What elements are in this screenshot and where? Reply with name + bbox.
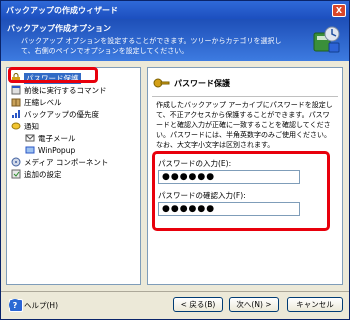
header-title: バックアップ作成オプション [7,24,111,33]
tree-item-label: メディア コンポーネント [24,157,109,167]
tree-item-label: 通知 [24,121,39,131]
panel-title: パスワード保護 [174,78,230,88]
tree-item-media-components[interactable]: メディア コンポーネント [11,156,108,168]
highlight-box-tree [8,67,98,83]
highlight-box-password [152,151,330,231]
tree-item-label: バックアップの優先度 [24,109,99,119]
footer-divider [1,291,349,292]
window-title: バックアップの作成ウィザード [6,5,118,15]
cancel-button[interactable]: キャンセル [287,297,343,312]
tree-item-label: 圧縮レベル [24,97,62,107]
tree-item-notification[interactable]: 通知 [11,120,39,132]
tree-item-backup-priority[interactable]: バックアップの優先度 [11,108,99,120]
backup-options-icon [313,26,340,53]
panel-description: 作成したバックアップ アーカイブにパスワードを設定して、不正アクセスから保護する… [156,101,333,149]
tree-item-email[interactable]: 電子メール [25,132,76,144]
key-icon [153,78,170,88]
back-button[interactable]: < 戻る(B) [173,297,223,312]
panel-header: パスワード保護 [152,72,230,94]
notification-icon [11,122,21,130]
panel-divider [152,96,338,97]
email-icon [25,134,35,142]
tree-item-label: 前後に実行するコマンド [24,85,107,95]
tree-item-label: WinPopup [38,145,76,155]
tree-item-label: 電子メール [38,133,76,143]
help-label: ヘルプ(H) [24,300,58,310]
tree-item-pre-post-commands[interactable]: 前後に実行するコマンド [11,84,107,96]
tree-item-winpopup[interactable]: WinPopup [25,144,75,156]
priority-icon [12,110,20,118]
compression-icon [11,98,21,107]
settings-icon [11,169,21,179]
tree-item-compression-level[interactable]: 圧縮レベル [11,96,62,108]
header-description: バックアップ オプションを設定することができます。ツリーからカテゴリを選択して、… [21,37,282,55]
close-button[interactable]: X [332,3,346,17]
media-icon [11,157,21,167]
next-button[interactable]: 次へ(N) > [229,297,279,312]
wizard-window: バックアップの作成ウィザード ? X バックアップ作成オプション バックアップ … [0,0,350,320]
command-icon [11,85,21,95]
winpopup-icon [25,146,35,154]
help-link[interactable]: ? ヘルプ(H) [9,299,58,311]
tree-item-label: 追加の設定 [24,169,62,179]
title-bar: バックアップの作成ウィザード ? X [1,1,349,312]
tree-item-additional-settings[interactable]: 追加の設定 [11,168,62,180]
help-icon: ? [9,299,21,311]
options-tree[interactable]: パスワード保護 前後に実行するコマンド 圧縮レベル バックアップの優先度 通知 … [6,67,141,285]
wizard-header: バックアップ作成オプション バックアップ オプションを設定することができます。ツ… [1,19,349,61]
